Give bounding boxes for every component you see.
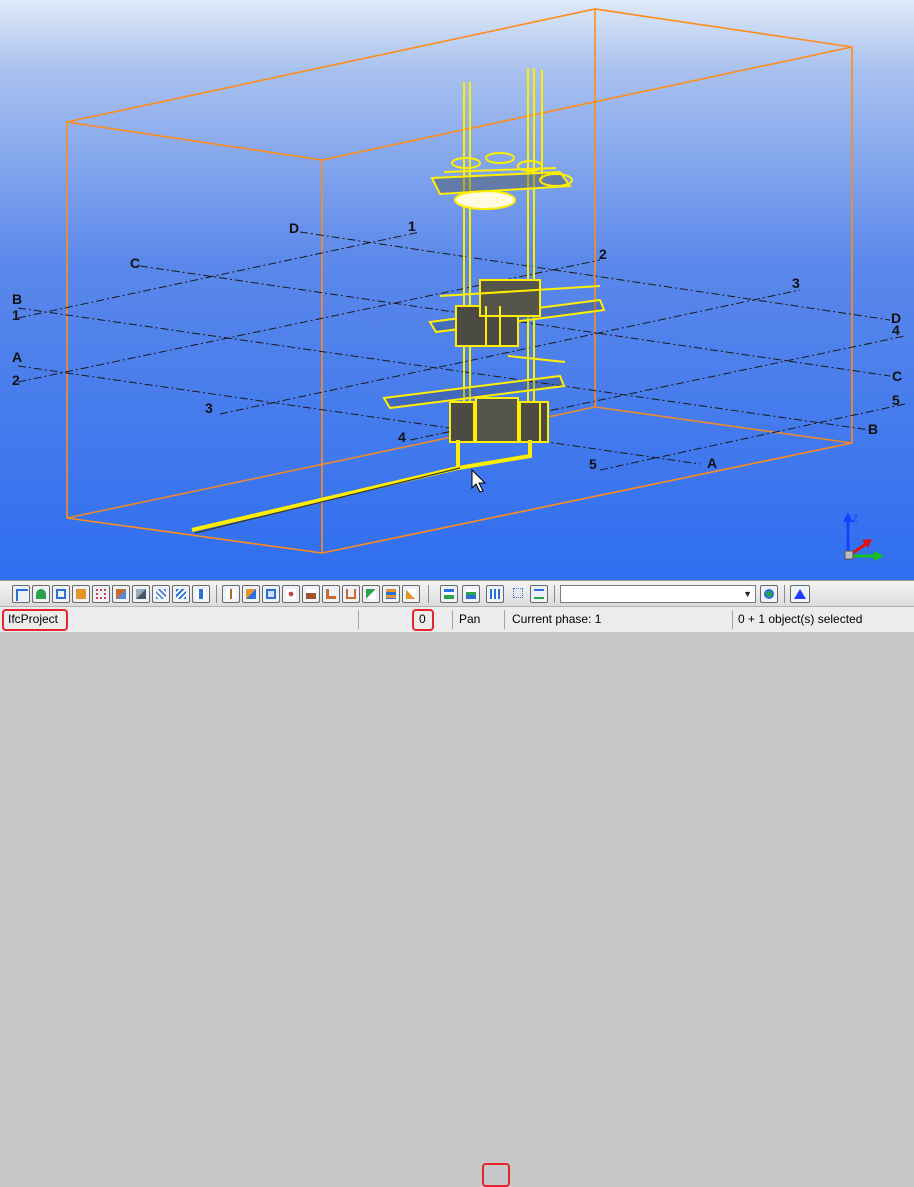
status-divider: [452, 610, 453, 629]
rebar-button[interactable]: [172, 585, 190, 603]
navigation-mode: Pan: [459, 612, 481, 626]
box-view-icon: [56, 589, 66, 599]
grid-label-5-bottom: 5: [589, 456, 597, 472]
layer-icon: [246, 589, 256, 599]
wall-button[interactable]: [72, 585, 90, 603]
plug-button[interactable]: [282, 585, 300, 603]
globe-icon: [764, 589, 774, 599]
bucket-icon: [306, 589, 316, 599]
phase-settings-button[interactable]: [760, 585, 778, 603]
layer-button[interactable]: [242, 585, 260, 603]
dots-button[interactable]: [262, 585, 280, 603]
stack-icon: [346, 589, 356, 599]
column-button[interactable]: [192, 585, 210, 603]
dotted-icon: [513, 588, 523, 598]
layers-button[interactable]: [382, 585, 400, 603]
marker-b-icon: [466, 589, 476, 599]
brush-icon: [406, 589, 416, 599]
select-button[interactable]: [12, 585, 30, 603]
brush-button[interactable]: [362, 585, 380, 603]
pen-button[interactable]: [222, 585, 240, 603]
mouse-cursor-icon: [471, 468, 487, 493]
stack-button[interactable]: [342, 585, 360, 603]
pen-icon: [226, 589, 236, 599]
toolbar-separator: [428, 585, 429, 603]
mep-model[interactable]: [191, 68, 606, 534]
rebar-icon: [176, 589, 186, 599]
status-divider: [732, 610, 733, 629]
pointer-tool-button[interactable]: [790, 585, 810, 603]
line-icon: [534, 589, 544, 599]
grid-button[interactable]: [92, 585, 110, 603]
bounding-box: [66, 8, 853, 554]
marker-b-button[interactable]: [462, 585, 480, 603]
tree-button[interactable]: [32, 585, 50, 603]
project-name: IfcProject: [8, 612, 59, 626]
grid-icon: [96, 589, 106, 599]
toolbar-separator: [216, 585, 217, 603]
grid-label-2: 2: [12, 372, 20, 388]
object-count: 0: [419, 612, 426, 626]
pipe-button[interactable]: [322, 585, 340, 603]
brush-icon: [366, 589, 376, 599]
svg-text:Z: Z: [852, 514, 858, 525]
tree-icon: [36, 589, 46, 599]
slab-button[interactable]: [112, 585, 130, 603]
mesh-button[interactable]: [152, 585, 170, 603]
selection-count: 0 + 1 object(s) selected: [738, 612, 863, 626]
grid-label-4-bottom: 4: [398, 429, 406, 445]
dotted-button[interactable]: [510, 585, 524, 603]
grid-label-c: C: [130, 255, 140, 271]
chevron-down-icon[interactable]: ▼: [743, 586, 752, 602]
phase-icon: [490, 589, 500, 599]
grid-label-b: B: [12, 291, 22, 307]
column-icon: [196, 589, 206, 599]
mesh-icon: [156, 589, 166, 599]
model-viewport[interactable]: D C B A 1 2 1 2 3 3 4 5 D 4 C 5 B A Z: [0, 0, 914, 580]
scene-canvas[interactable]: D C B A 1 2 1 2 3 3 4 5 D 4 C 5 B A Z: [0, 0, 914, 580]
status-divider: [358, 610, 359, 629]
grid-label-a-bottom: A: [707, 455, 717, 471]
pointer-icon: [794, 589, 806, 599]
bottom-toolbar: ▼: [0, 580, 914, 1187]
phase-dropdown[interactable]: ▼: [560, 585, 756, 603]
select-icon: [16, 589, 28, 601]
phase-button-highlight: [482, 1163, 510, 1187]
grid-label-b-right: B: [868, 421, 878, 437]
grid-label-3-top: 3: [792, 275, 800, 291]
plug-icon: [286, 589, 296, 599]
current-phase: Current phase: 1: [512, 612, 602, 626]
beam-button[interactable]: [132, 585, 150, 603]
grid-label-1-top: 1: [408, 218, 416, 234]
dots-icon: [266, 589, 276, 599]
box-view-button[interactable]: [52, 585, 70, 603]
status-divider: [504, 610, 505, 629]
bucket-button[interactable]: [302, 585, 320, 603]
stack-icon: [386, 589, 396, 599]
marker-a-icon: [444, 589, 454, 599]
grid-label-d: D: [289, 220, 299, 236]
grid-label-c-right: C: [892, 368, 902, 384]
phase-button[interactable]: [486, 585, 504, 603]
status-bar: IfcProject 0 Pan Current phase: 1 0 + 1 …: [0, 606, 914, 632]
pipe-icon: [326, 589, 336, 599]
paint-button[interactable]: [402, 585, 420, 603]
grid-label-1: 1: [12, 307, 20, 323]
grid-label-2-top: 2: [599, 246, 607, 262]
wall-icon: [76, 589, 86, 599]
axis-gizmo-icon: Z: [843, 512, 884, 561]
marker-a-button[interactable]: [440, 585, 458, 603]
grid-label-5-right: 5: [892, 392, 900, 408]
toolbar-separator: [784, 585, 785, 603]
slab-icon: [116, 589, 126, 599]
grid-label-3-bottom: 3: [205, 400, 213, 416]
grid-label-a: A: [12, 349, 22, 365]
grid-label-4-right: 4: [892, 322, 900, 338]
line-button[interactable]: [530, 585, 548, 603]
toolbar-separator: [554, 585, 555, 603]
beam-icon: [136, 589, 146, 599]
